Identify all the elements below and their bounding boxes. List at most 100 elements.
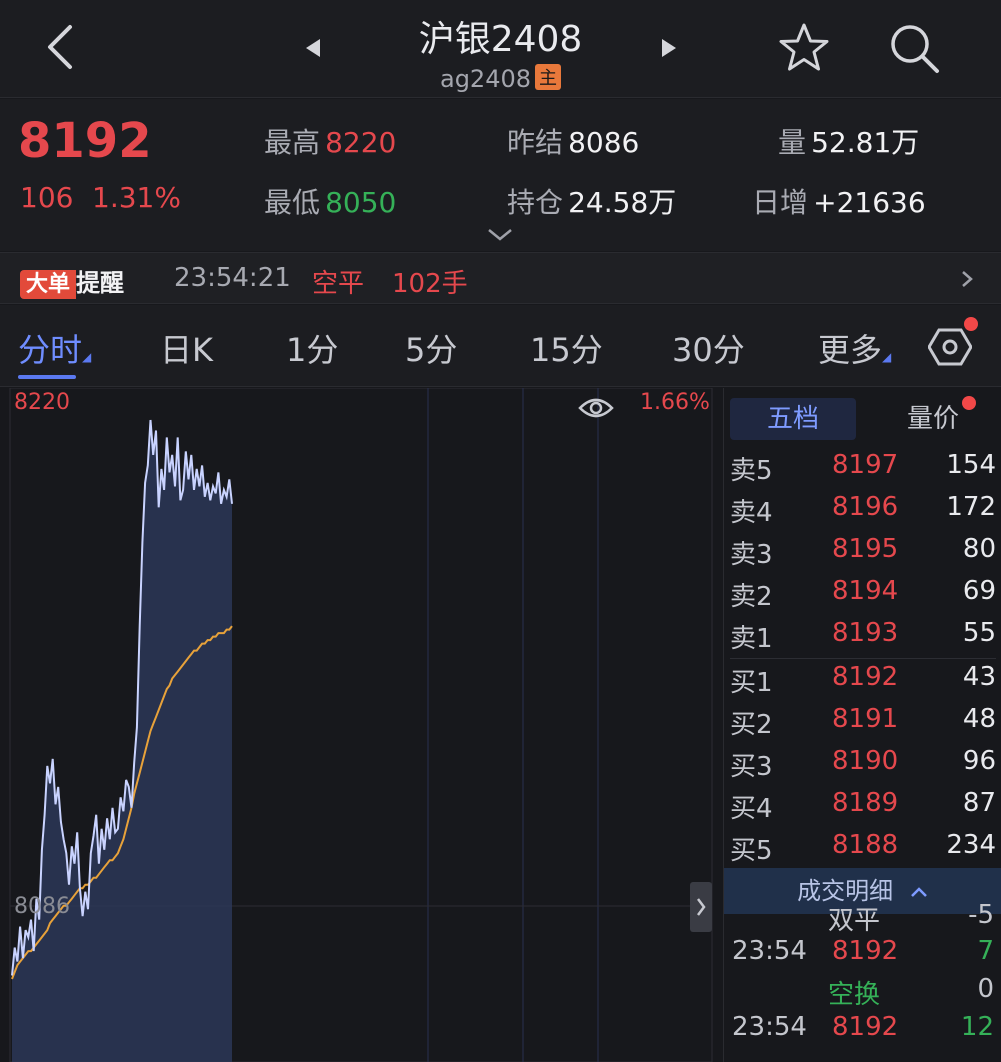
order-book-row: 卖1 8193 55 xyxy=(730,618,996,660)
order-book-row: 卖2 8194 69 xyxy=(730,576,996,618)
level-volume: 172 xyxy=(946,492,996,522)
expand-chevron-icon[interactable] xyxy=(486,227,514,243)
trade-volume: -5 xyxy=(968,900,994,930)
level-price: 8196 xyxy=(832,492,899,522)
tab-more-label: 更多 xyxy=(818,331,883,369)
collapse-panel-handle[interactable] xyxy=(690,882,712,932)
alert-action: 空平 xyxy=(312,269,365,299)
level-label: 卖5 xyxy=(730,456,773,486)
book-divider xyxy=(730,658,996,659)
trade-type: 双平 xyxy=(828,906,881,936)
daily-increase-field: 日增 +21636 xyxy=(752,181,926,221)
price-change: 106 xyxy=(20,181,74,214)
tab-intraday[interactable]: 分时◢ xyxy=(18,325,91,371)
level-label: 买3 xyxy=(730,752,773,782)
trade-volume: 0 xyxy=(977,974,994,1004)
order-book-row: 卖5 8197 154 xyxy=(730,450,996,492)
order-book-row: 买5 8188 234 xyxy=(730,830,996,872)
tab-15min[interactable]: 15分 xyxy=(530,325,603,371)
search-icon[interactable] xyxy=(888,22,942,76)
tab-more[interactable]: 更多◢ xyxy=(818,325,891,371)
level-label: 买4 xyxy=(730,794,773,824)
level-price: 8197 xyxy=(832,450,899,480)
star-icon[interactable] xyxy=(778,22,830,74)
trade-price: 8192 xyxy=(832,936,899,966)
low-field: 最低 8050 xyxy=(264,181,396,221)
high-value: 8220 xyxy=(325,126,397,159)
level-label: 买5 xyxy=(730,836,773,866)
level-price: 8193 xyxy=(832,618,899,648)
chart-top-price-label: 8220 xyxy=(14,390,70,415)
level-price: 8195 xyxy=(832,534,899,564)
dropdown-corner-icon: ◢ xyxy=(82,350,92,364)
level-volume: 55 xyxy=(962,618,996,648)
low-label: 最低 xyxy=(264,186,321,219)
daily-increase-value: +21636 xyxy=(813,186,926,219)
tab-five-levels[interactable]: 五档 xyxy=(730,398,856,440)
tab-1min[interactable]: 1分 xyxy=(286,325,338,371)
order-book-row: 买3 8190 96 xyxy=(730,746,996,788)
level-volume: 69 xyxy=(962,576,996,606)
open-interest-label: 持仓 xyxy=(507,186,564,219)
intraday-chart[interactable]: 8220 1.66% 8086 xyxy=(0,387,722,1062)
intraday-chart-svg xyxy=(9,387,713,1062)
level-volume: 48 xyxy=(962,704,996,734)
level-label: 买2 xyxy=(730,710,773,740)
price-area-fill xyxy=(12,420,232,1062)
level-volume: 87 xyxy=(962,788,996,818)
order-book-row: 卖3 8195 80 xyxy=(730,534,996,576)
alert-size: 102手 xyxy=(392,269,468,299)
daily-increase-label: 日增 xyxy=(752,186,809,219)
trade-row: 双平 -5 xyxy=(732,900,994,938)
chevron-right-icon[interactable] xyxy=(960,269,974,289)
order-book-row: 买2 8191 48 xyxy=(730,704,996,746)
quote-panel: 8192 106 1.31% 最高 8220 最低 8050 昨结 8086 持… xyxy=(0,99,1001,251)
trade-volume: 7 xyxy=(977,936,994,966)
settings-icon[interactable] xyxy=(927,325,973,369)
level-volume: 234 xyxy=(946,830,996,860)
main-contract-badge: 主 xyxy=(535,64,562,90)
big-order-alert[interactable]: 大单 提醒 23:54:21 空平 102手 xyxy=(0,252,1001,304)
prev-settle-value: 8086 xyxy=(568,126,640,159)
tab-daily-k[interactable]: 日K xyxy=(160,325,213,371)
level-volume: 80 xyxy=(962,534,996,564)
level-volume: 96 xyxy=(962,746,996,776)
order-book-panel: 五档 量价 卖5 8197 154 卖4 8196 172 卖3 8195 80 卖2 8194 69… xyxy=(723,388,1001,1062)
level-label: 卖1 xyxy=(730,624,773,654)
volume-value: 52.81万 xyxy=(811,126,920,159)
open-interest-field: 持仓 24.58万 xyxy=(507,181,676,221)
top-header: 沪银2408 ag2408 主 xyxy=(0,0,1001,98)
contract-code: ag2408 xyxy=(439,65,532,93)
trade-row: 23:54 8192 12 xyxy=(732,1012,994,1050)
alert-title: 提醒 xyxy=(76,269,125,297)
volume-label: 量 xyxy=(778,126,807,159)
prev-settle-label: 昨结 xyxy=(507,126,564,159)
order-book-row: 买4 8189 87 xyxy=(730,788,996,830)
prev-settle-field: 昨结 8086 xyxy=(507,121,639,161)
trade-row: 23:54 8192 7 xyxy=(732,936,994,974)
trade-price: 8192 xyxy=(832,1012,899,1042)
level-label: 卖3 xyxy=(730,540,773,570)
open-interest-value: 24.58万 xyxy=(568,186,677,219)
eye-icon[interactable] xyxy=(578,396,614,420)
chart-ref-price-label: 8086 xyxy=(14,894,70,919)
level-price: 8192 xyxy=(832,662,899,692)
high-label: 最高 xyxy=(264,126,321,159)
level-label: 卖2 xyxy=(730,582,773,612)
order-book-row: 买1 8192 43 xyxy=(730,662,996,704)
period-tabs: 分时◢ 日K 1分 5分 15分 30分 更多◢ xyxy=(0,305,1001,387)
dropdown-corner-icon: ◢ xyxy=(882,350,892,364)
level-label: 卖4 xyxy=(730,498,773,528)
trade-type: 空换 xyxy=(828,980,881,1010)
trade-volume: 12 xyxy=(960,1012,994,1042)
order-book-row: 卖4 8196 172 xyxy=(730,492,996,534)
tab-30min[interactable]: 30分 xyxy=(672,325,745,371)
big-order-badge: 大单 xyxy=(20,270,77,299)
next-contract-icon[interactable] xyxy=(660,38,678,58)
chart-top-pct-label: 1.66% xyxy=(640,390,710,415)
trade-row: 空换 0 xyxy=(732,974,994,1012)
tab-5min[interactable]: 5分 xyxy=(405,325,457,371)
alert-time: 23:54:21 xyxy=(174,263,291,293)
contract-title: 沪银2408 xyxy=(418,19,583,60)
low-value: 8050 xyxy=(325,186,397,219)
